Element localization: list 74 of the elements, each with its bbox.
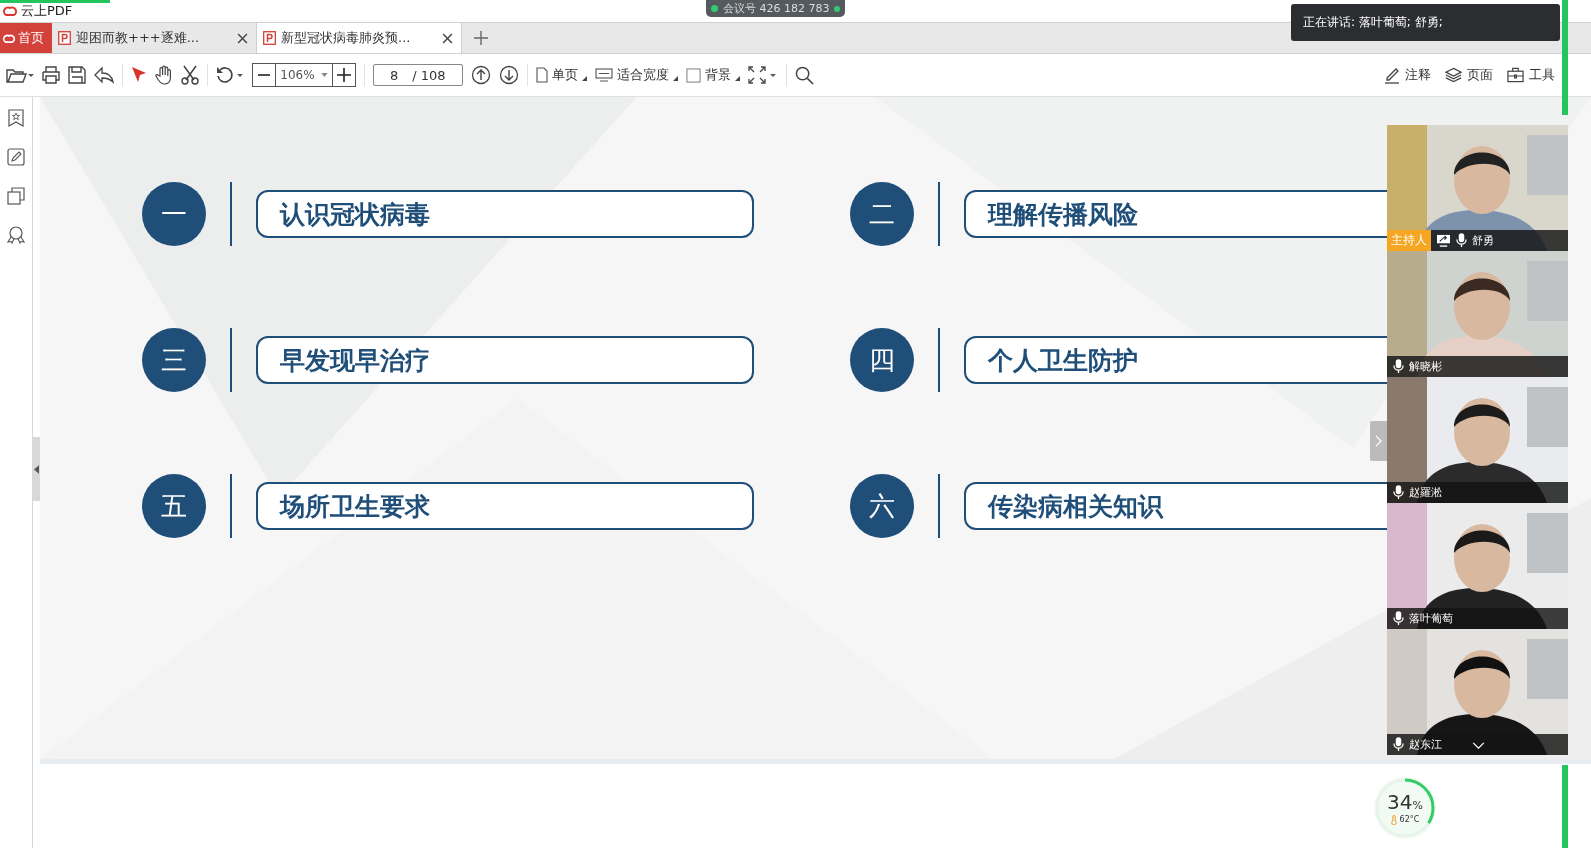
new-tab-icon[interactable]: [474, 31, 488, 45]
pdf-file-icon: [263, 31, 276, 45]
square-icon: [686, 67, 701, 83]
temperature: 62°C: [1399, 815, 1420, 824]
search-icon[interactable]: [795, 65, 814, 85]
toolbar-button[interactable]: 页面: [1445, 66, 1493, 84]
undo-arrow-icon[interactable]: [94, 66, 114, 84]
close-icon[interactable]: [237, 32, 248, 44]
layers-icon: [1445, 67, 1462, 83]
participant-name: 赵东江: [1409, 737, 1442, 752]
next-page-icon[interactable]: [499, 65, 519, 85]
cloud-logo-icon: [2, 5, 18, 17]
corner-caret-icon: [735, 76, 740, 81]
meeting-id-pill: 会议号 426 182 783: [706, 0, 846, 17]
view-button[interactable]: 单页: [536, 66, 587, 84]
speaking-toast: 正在讲话: 落叶葡萄; 舒勇;: [1291, 4, 1560, 41]
cpu-percent: 34: [1387, 791, 1413, 812]
monitor-icon: [595, 68, 613, 82]
save-icon[interactable]: [68, 66, 86, 84]
panel-toggle-button[interactable]: [1370, 421, 1387, 461]
topic-heading: 场所卫生要求: [256, 482, 754, 530]
number-circle: 三: [142, 328, 206, 392]
open-folder-icon[interactable]: [6, 66, 34, 84]
microphone-icon: [1456, 233, 1467, 248]
microphone-icon: [1393, 485, 1404, 500]
app-title: 云上PDF: [21, 2, 73, 20]
number-circle: 六: [850, 474, 914, 538]
participant-name: 落叶葡萄: [1409, 611, 1453, 626]
close-icon[interactable]: [442, 32, 453, 44]
view-button[interactable]: 适合宽度: [595, 66, 678, 84]
print-icon[interactable]: [42, 66, 60, 84]
thermometer-icon: [1390, 814, 1397, 825]
rotate-icon[interactable]: [216, 66, 244, 84]
microphone-icon: [1393, 359, 1404, 374]
pen-icon: [1384, 66, 1400, 84]
progress-ring: [1373, 776, 1437, 840]
topic-heading: 早发现早治疗: [256, 336, 754, 384]
participant-name: 解晓彬: [1409, 359, 1442, 374]
collapse-arrow-icon: [34, 464, 39, 474]
number-circle: 五: [142, 474, 206, 538]
page-number-field[interactable]: 8 / 108: [373, 64, 463, 86]
fullscreen-icon[interactable]: [748, 66, 778, 84]
previous-page-icon[interactable]: [471, 65, 491, 85]
participant-name: 舒勇: [1472, 233, 1494, 248]
corner-caret-icon: [582, 76, 587, 81]
microphone-icon: [1393, 737, 1404, 752]
chevron-right-icon: [1375, 435, 1382, 447]
scissors-icon[interactable]: [181, 65, 199, 85]
toolbar-button[interactable]: 工具: [1507, 66, 1555, 84]
pdf-file-icon: [58, 31, 71, 45]
document-tab[interactable]: 新型冠状病毒肺炎预...: [257, 23, 462, 53]
number-circle: 四: [850, 328, 914, 392]
topic-heading: 认识冠状病毒: [256, 190, 754, 238]
caret-icon: [320, 73, 328, 77]
page-icon: [536, 67, 548, 83]
award-icon[interactable]: [7, 226, 25, 244]
bookmark-icon[interactable]: [8, 109, 24, 127]
hand-icon[interactable]: [155, 65, 173, 85]
pointer-icon[interactable]: [131, 66, 147, 84]
edit-icon[interactable]: [7, 148, 25, 166]
pages-icon[interactable]: [7, 187, 25, 205]
participant-name: 赵羅淞: [1409, 485, 1442, 500]
sidebar-collapse-handle[interactable]: [33, 437, 40, 501]
microphone-icon: [1393, 611, 1404, 626]
expand-chevron-icon[interactable]: [1471, 741, 1485, 749]
home-tab[interactable]: 首页: [0, 23, 52, 53]
toolbar-button[interactable]: 注释: [1384, 66, 1431, 84]
host-badge: 主持人: [1387, 230, 1431, 251]
number-circle: 二: [850, 182, 914, 246]
percent-unit: %: [1412, 799, 1423, 811]
toolbox-icon: [1507, 67, 1524, 83]
cloud-logo-icon: [2, 32, 16, 44]
view-button[interactable]: 背景: [686, 66, 740, 84]
corner-caret-icon: [673, 76, 678, 81]
